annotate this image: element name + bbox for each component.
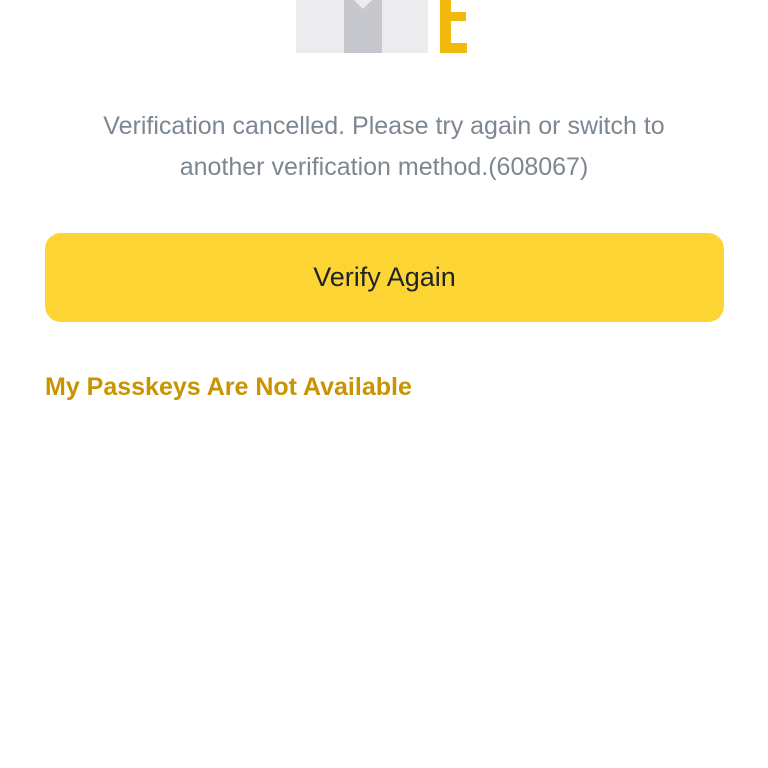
illustration-accent-letter [440, 0, 467, 53]
illustration-card-right [382, 0, 428, 53]
passkeys-not-available-link[interactable]: My Passkeys Are Not Available [45, 370, 412, 404]
passkey-illustration-icon [296, 0, 467, 53]
illustration-card-left [296, 0, 344, 53]
verification-screen: Verification cancelled. Please try again… [0, 0, 768, 768]
verify-again-button[interactable]: Verify Again [45, 233, 724, 322]
error-message: Verification cancelled. Please try again… [103, 112, 665, 181]
